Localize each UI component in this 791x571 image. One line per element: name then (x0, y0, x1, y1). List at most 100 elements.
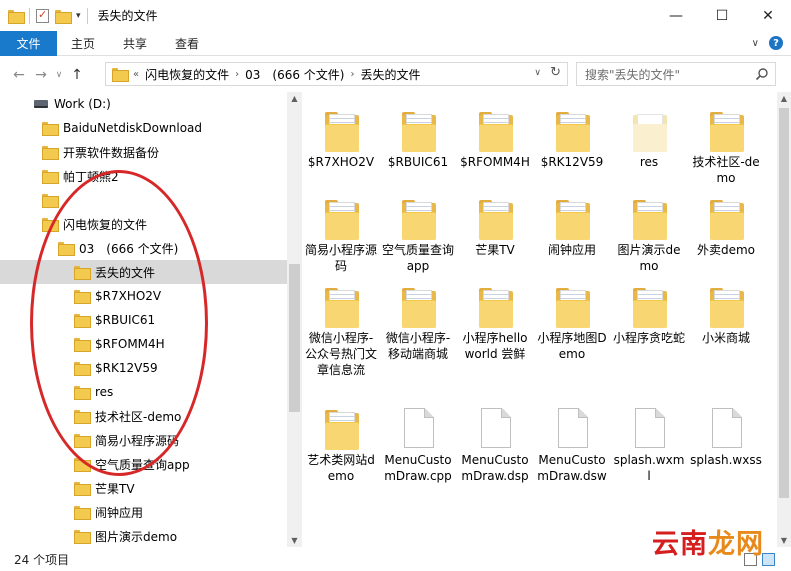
address-dropdown-icon[interactable]: ∨ (534, 68, 541, 78)
new-folder-icon[interactable] (55, 9, 72, 24)
folder-icon (74, 314, 91, 328)
tree-item[interactable]: 开票软件数据备份 (0, 140, 159, 164)
tab-share[interactable]: 共享 (109, 31, 161, 56)
scroll-up-icon[interactable]: ▲ (777, 94, 791, 103)
item-label: $RFOMM4H (460, 155, 530, 169)
folder-icon (58, 242, 75, 256)
breadcrumb-item[interactable]: 03 (666 个文件) (245, 66, 344, 83)
folder-item[interactable]: $RK12V59 (534, 102, 610, 170)
customize-toolbar-icon[interactable]: ▾ (76, 11, 81, 21)
folder-item[interactable]: 技术社区-demo (688, 102, 764, 186)
tree-item[interactable]: $RFOMM4H (0, 332, 165, 356)
folder-item[interactable]: 小程序hello world 尝鲜 (457, 278, 533, 362)
tree-item[interactable]: BaiduNetdiskDownload (0, 116, 202, 140)
search-placeholder: 搜索"丢失的文件" (585, 67, 681, 82)
tree-item[interactable]: 丢失的文件 (0, 260, 287, 284)
scrollbar-thumb[interactable] (289, 264, 300, 412)
address-bar[interactable]: « 闪电恢复的文件 › 03 (666 个文件) › 丢失的文件 ∨ ↻ (105, 62, 568, 86)
folder-item[interactable]: 小米商城 (688, 278, 764, 346)
item-label: 小程序hello world 尝鲜 (462, 331, 528, 361)
folder-item[interactable]: 微信小程序-移动端商城 (380, 278, 456, 362)
search-icon[interactable] (755, 67, 769, 81)
tree-item-label: 开票软件数据备份 (63, 145, 160, 160)
tab-home[interactable]: 主页 (57, 31, 109, 56)
folder-icon (42, 194, 59, 208)
tree-item[interactable]: res (0, 380, 113, 404)
maximize-button[interactable]: ☐ (699, 0, 745, 31)
folder-item[interactable]: 外卖demo (688, 190, 764, 258)
tree-item[interactable]: Work (D:) (0, 92, 111, 116)
tree-item[interactable]: 技术社区-demo (0, 404, 181, 428)
expand-ribbon-icon[interactable]: ∨ (752, 38, 759, 49)
folder-icon (633, 200, 667, 240)
file-item[interactable]: MenuCustomDraw.cpp (380, 400, 456, 484)
folder-icon (74, 506, 91, 520)
folder-item[interactable]: 艺术类网站demo (303, 400, 379, 484)
drive-icon (34, 100, 48, 108)
search-input[interactable]: 搜索"丢失的文件" (576, 62, 776, 86)
tree-item-label: 图片演示demo (95, 529, 178, 544)
folder-item[interactable]: res (611, 102, 687, 170)
tree-item[interactable]: 帕丁顿熊2 (0, 164, 119, 188)
folder-item[interactable]: 空气质量查询app (380, 190, 456, 274)
file-item[interactable]: splash.wxml (611, 400, 687, 484)
tree-item[interactable]: $RBUIC61 (0, 308, 155, 332)
tree-item[interactable]: 空气质量查询app (0, 452, 190, 476)
tree-item[interactable]: $R7XHO2V (0, 284, 161, 308)
breadcrumb-item[interactable]: 闪电恢复的文件 (145, 66, 229, 83)
help-icon[interactable]: ? (769, 36, 783, 50)
scrollbar-thumb[interactable] (779, 108, 789, 498)
breadcrumb-separator[interactable]: › (235, 69, 239, 80)
folder-icon (42, 170, 59, 184)
file-item[interactable]: splash.wxss (688, 400, 764, 468)
back-button[interactable]: ← (8, 67, 30, 83)
refresh-icon[interactable]: ↻ (550, 65, 561, 80)
folder-item[interactable]: 闹钟应用 (534, 190, 610, 258)
minimize-button[interactable]: — (653, 0, 699, 31)
scroll-up-icon[interactable]: ▲ (287, 94, 302, 103)
folder-item[interactable]: $RBUIC61 (380, 102, 456, 170)
navigation-pane-scrollbar[interactable]: ▲ ▼ (287, 92, 302, 547)
tab-view[interactable]: 查看 (161, 31, 213, 56)
tab-file[interactable]: 文件 (0, 30, 57, 56)
window-controls: — ☐ ✕ (653, 0, 791, 31)
item-label: MenuCustomDraw.dsp (461, 453, 529, 483)
tree-item[interactable]: 简易小程序源码 (0, 428, 179, 452)
up-button[interactable]: ↑ (66, 67, 88, 83)
file-item[interactable]: MenuCustomDraw.dsp (457, 400, 533, 484)
folder-item[interactable]: 微信小程序-公众号热门文章信息流 (303, 278, 379, 378)
file-list-scrollbar[interactable]: ▲ ▼ (777, 92, 791, 547)
forward-button[interactable]: → (30, 67, 52, 83)
tree-item-label: BaiduNetdiskDownload (63, 121, 203, 135)
tree-item-label: 技术社区-demo (95, 409, 182, 424)
properties-icon[interactable] (36, 8, 49, 23)
scroll-down-icon[interactable]: ▼ (777, 536, 791, 545)
folder-item[interactable]: 小程序贪吃蛇 (611, 278, 687, 346)
folder-item[interactable]: $R7XHO2V (303, 102, 379, 170)
tree-item[interactable]: 03 (666 个文件) (0, 236, 178, 260)
folder-item[interactable]: $RFOMM4H (457, 102, 533, 170)
tree-item[interactable]: $RK12V59 (0, 356, 158, 380)
breadcrumb-overflow[interactable]: « (133, 69, 139, 80)
breadcrumb-separator[interactable]: › (351, 69, 355, 80)
folder-item[interactable]: 芒果TV (457, 190, 533, 258)
breadcrumb-item[interactable]: 丢失的文件 (361, 66, 421, 83)
item-label: res (639, 155, 659, 169)
tree-item[interactable]: 图片演示demo (0, 524, 177, 547)
scroll-down-icon[interactable]: ▼ (287, 536, 302, 545)
folder-item[interactable]: 图片演示demo (611, 190, 687, 274)
close-button[interactable]: ✕ (745, 0, 791, 31)
file-item[interactable]: MenuCustomDraw.dsw (534, 400, 610, 484)
recent-locations-button[interactable]: ∨ (52, 70, 66, 80)
tree-item[interactable]: 芒果TV (0, 476, 135, 500)
folder-item[interactable]: 简易小程序源码 (303, 190, 379, 274)
tree-item-label: res (95, 385, 114, 399)
tree-item[interactable] (0, 188, 63, 212)
tree-item[interactable]: 闹钟应用 (0, 500, 143, 524)
navigation-pane[interactable]: Work (D:) BaiduNetdiskDownload 开票软件数据备份帕丁顿… (0, 92, 287, 547)
folder-item[interactable]: 小程序地图Demo (534, 278, 610, 362)
item-label: 外卖demo (696, 243, 756, 257)
tree-item[interactable]: 闪电恢复的文件 (0, 212, 147, 236)
folder-icon (402, 288, 436, 328)
file-list[interactable]: $R7XHO2V $RBUIC61 $RFOMM4H $RK12V59 res 技术社区-… (303, 92, 777, 547)
